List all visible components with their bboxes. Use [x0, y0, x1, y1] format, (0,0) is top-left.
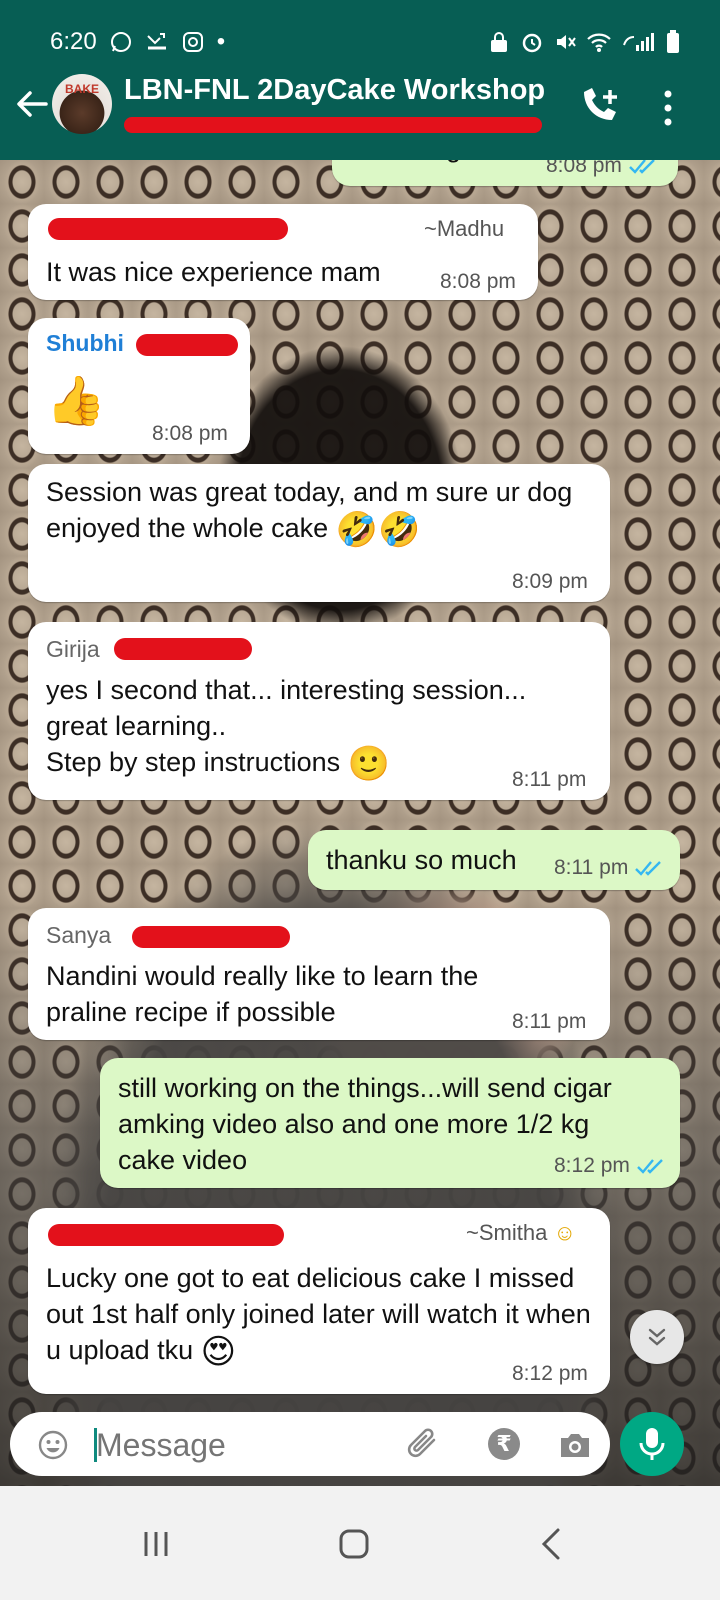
- sender-alias: ~Smitha ☺: [466, 1220, 576, 1246]
- system-navigation-bar: [0, 1486, 720, 1600]
- home-icon[interactable]: [324, 1514, 384, 1574]
- mute-icon: [557, 35, 576, 49]
- double-chevron-down-icon: [648, 1328, 666, 1346]
- message-bubble-incoming[interactable]: Session was great today, and m sure ur d…: [28, 464, 610, 602]
- sender-alias: ~Madhu: [424, 216, 505, 241]
- sender-surname-redacted: [132, 926, 290, 948]
- message-bubble-outgoing[interactable]: thanku so much 8:11 pm: [308, 830, 680, 890]
- alarm-icon: [522, 33, 542, 53]
- overflow-menu-icon[interactable]: [658, 88, 678, 128]
- emoji-icon[interactable]: [38, 1430, 68, 1460]
- message-time: 8:12 pm: [554, 1154, 668, 1178]
- lock-icon: [491, 32, 507, 52]
- avatar-label: BAKE: [64, 82, 99, 96]
- heart-eyes-emoji: 😍: [200, 1332, 237, 1371]
- message-time: 8:08 pm: [152, 422, 228, 445]
- rupee-symbol: ₹: [496, 1431, 512, 1456]
- message-bubble-incoming[interactable]: Sanya Nandini would really like to learn…: [28, 908, 610, 1040]
- chat-header: 6:20 • BAKE LBN-FNL 2DayCake Workshop: [0, 0, 720, 160]
- message-bubble-incoming[interactable]: Girija yes I second that... interesting …: [28, 622, 610, 800]
- add-call-icon[interactable]: [578, 86, 622, 126]
- status-time: 6:20: [50, 28, 97, 55]
- sender-name: Shubhi: [46, 330, 124, 356]
- message-time-text: 8:11 pm: [554, 856, 629, 879]
- status-bar-right: [488, 22, 680, 62]
- sender-phone-redacted: [48, 1224, 284, 1246]
- sender-alias-text: ~Smitha: [466, 1220, 548, 1245]
- sender-surname-redacted: [114, 638, 252, 660]
- back-arrow-icon[interactable]: [12, 84, 52, 124]
- status-bar-left: 6:20 •: [50, 22, 225, 62]
- sender-name: Girija: [46, 636, 100, 662]
- microphone-icon: [639, 1428, 665, 1460]
- message-time: 8:11 pm: [554, 856, 666, 880]
- sender-phone-redacted: [48, 218, 288, 240]
- payment-rupee-icon[interactable]: ₹: [488, 1428, 520, 1460]
- recent-apps-icon[interactable]: [126, 1514, 186, 1574]
- message-composer: ₹: [10, 1412, 610, 1476]
- voice-record-button[interactable]: [620, 1412, 684, 1476]
- camera-icon[interactable]: [558, 1430, 592, 1460]
- message-text-content: Lucky one got to eat delicious cake I mi…: [46, 1263, 591, 1365]
- group-title[interactable]: LBN-FNL 2DayCake Workshop: [124, 74, 545, 107]
- read-ticks-icon: [637, 1159, 663, 1175]
- message-time: 8:08 pm: [440, 270, 516, 293]
- group-avatar[interactable]: BAKE: [52, 74, 112, 134]
- thumbs-up-emoji: 👍: [46, 375, 106, 428]
- instagram-icon: [182, 32, 203, 52]
- message-bubble-incoming[interactable]: ~Smitha ☺ Lucky one got to eat delicious…: [28, 1208, 610, 1394]
- sender-name: Sanya: [46, 922, 112, 948]
- group-participants-redacted[interactable]: [124, 117, 542, 133]
- message-text-content: Session was great today, and m sure ur d…: [46, 477, 573, 543]
- whatsapp-notification-icon: [110, 32, 131, 52]
- message-input[interactable]: [94, 1420, 398, 1470]
- missed-call-icon: [147, 33, 166, 50]
- scroll-to-bottom-button[interactable]: [630, 1310, 684, 1364]
- signal-icon: [623, 33, 654, 51]
- message-bubble-incoming[interactable]: Shubhi 👍 8:08 pm: [28, 318, 250, 454]
- message-bubble-outgoing[interactable]: still working on the things...will send …: [100, 1058, 680, 1188]
- rofl-emoji: 🤣🤣: [335, 510, 421, 549]
- message-bubble-incoming[interactable]: ~Madhu It was nice experience mam 8:08 p…: [28, 204, 538, 300]
- wifi-icon: [587, 33, 611, 52]
- sender-surname-redacted: [136, 334, 238, 356]
- message-text: Lucky one got to eat delicious cake I mi…: [46, 1260, 596, 1370]
- status-dot: •: [216, 28, 226, 55]
- text-cursor: [94, 1428, 97, 1462]
- message-text: Nandini would really like to learn the p…: [46, 961, 479, 1027]
- blush-emoji: ☺: [553, 1220, 576, 1245]
- message-text: Session was great today, and m sure ur d…: [46, 474, 586, 548]
- message-time: 8:12 pm: [512, 1362, 588, 1385]
- message-time-text: 8:12 pm: [554, 1154, 630, 1177]
- message-time: 8:11 pm: [512, 1010, 587, 1033]
- message-time: 8:11 pm: [512, 768, 587, 791]
- read-ticks-icon: [629, 159, 655, 175]
- message-time: 8:09 pm: [512, 570, 588, 593]
- read-ticks-icon: [635, 861, 662, 877]
- back-nav-icon[interactable]: [522, 1514, 582, 1574]
- message-text: yes I second that... interesting session…: [46, 672, 594, 782]
- message-text: thanku so much: [326, 845, 517, 875]
- attachment-icon[interactable]: [404, 1428, 442, 1462]
- message-text-content: yes I second that... interesting session…: [46, 675, 527, 777]
- battery-icon: [667, 30, 679, 53]
- message-text: It was nice experience mam: [46, 257, 381, 287]
- smile-emoji: 🙂: [347, 744, 391, 783]
